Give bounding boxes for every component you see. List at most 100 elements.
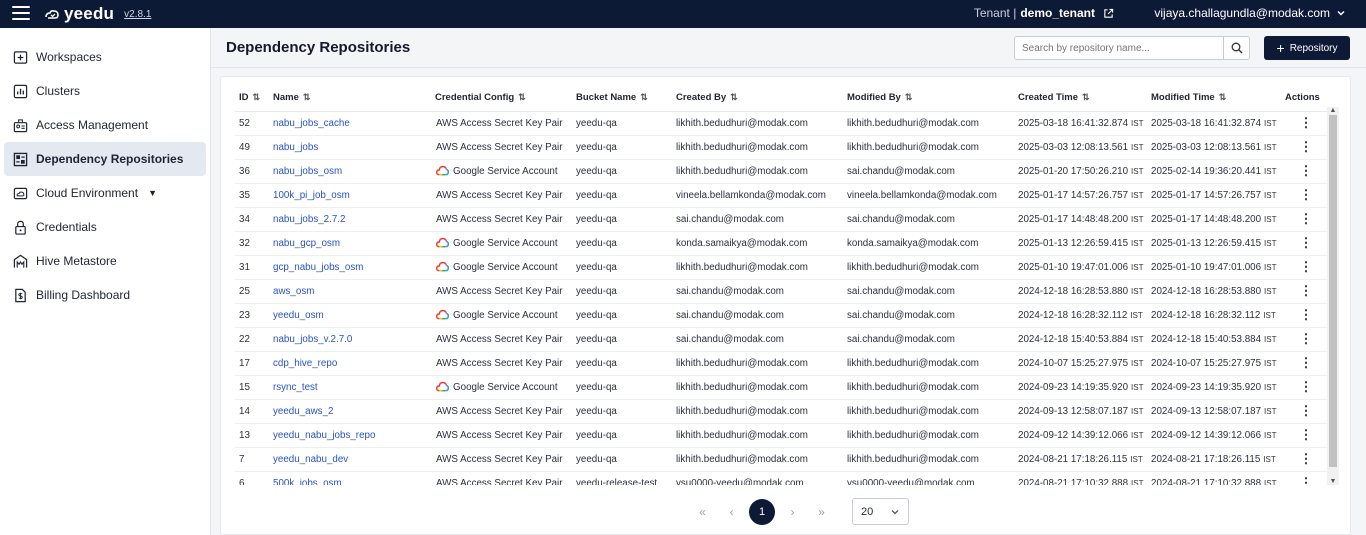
- sort-icon[interactable]: ⇅: [518, 92, 526, 102]
- table-row[interactable]: 31 gcp_nabu_jobs_osm Google Service Accoun…: [235, 255, 1327, 280]
- sidebar-item-cloud-environment[interactable]: Cloud Environment ▼: [4, 176, 206, 210]
- sort-icon[interactable]: ⇅: [1219, 92, 1227, 102]
- kebab-menu-icon[interactable]: ⋮: [1298, 404, 1314, 417]
- kebab-menu-icon[interactable]: ⋮: [1298, 380, 1314, 393]
- table-row[interactable]: 13 yeedu_nabu_jobs_repo AWS Access Secret …: [235, 423, 1327, 448]
- column-header-modified-by[interactable]: Modified By ⇅: [843, 85, 1014, 112]
- repository-name-link[interactable]: yeedu_nabu_jobs_repo: [269, 423, 431, 448]
- kebab-menu-icon[interactable]: ⋮: [1298, 476, 1314, 485]
- table-row[interactable]: 52 nabu_jobs_cache AWS Access Secret Key P…: [235, 111, 1327, 136]
- column-header-bucket-name[interactable]: Bucket Name ⇅: [572, 85, 672, 112]
- search-input[interactable]: [1015, 37, 1223, 59]
- credential-config: Google Service Account: [453, 166, 558, 177]
- sort-icon[interactable]: ⇅: [730, 92, 738, 102]
- scroll-down-icon[interactable]: ▼: [1328, 478, 1338, 485]
- repository-name-link[interactable]: yeedu_nabu_dev: [269, 447, 431, 472]
- repository-name-link[interactable]: rsync_test: [269, 375, 431, 400]
- table-row[interactable]: 14 yeedu_aws_2 AWS Access Secret Key Pair y…: [235, 399, 1327, 424]
- kebab-menu-icon[interactable]: ⋮: [1298, 236, 1314, 249]
- table-row[interactable]: 32 nabu_gcp_osm Google Service Account yeed…: [235, 231, 1327, 256]
- column-header-created-by[interactable]: Created By ⇅: [672, 85, 843, 112]
- sort-icon[interactable]: ⇅: [640, 92, 648, 102]
- repository-name-link[interactable]: aws_osm: [269, 279, 431, 304]
- kebab-menu-icon[interactable]: ⋮: [1298, 428, 1314, 441]
- row-id: 17: [235, 351, 269, 376]
- repository-name-link[interactable]: nabu_jobs_2.7.2: [269, 207, 431, 232]
- repository-name-link[interactable]: nabu_jobs_osm: [269, 159, 431, 184]
- hamburger-menu-icon[interactable]: [12, 6, 30, 20]
- column-header-modified-time[interactable]: Modified Time ⇅: [1147, 85, 1281, 112]
- prev-page-button[interactable]: ‹: [717, 499, 746, 525]
- table-row[interactable]: 49 nabu_jobs AWS Access Secret Key Pair yee…: [235, 135, 1327, 160]
- kebab-menu-icon[interactable]: ⋮: [1298, 452, 1314, 465]
- sort-icon[interactable]: ⇅: [303, 92, 311, 102]
- current-page-button[interactable]: 1: [749, 498, 775, 525]
- table-row[interactable]: 15 rsync_test Google Service Account yeedu-…: [235, 375, 1327, 400]
- sidebar-item-clusters[interactable]: Clusters: [4, 74, 206, 108]
- repository-name-link[interactable]: nabu_gcp_osm: [269, 231, 431, 256]
- kebab-menu-icon[interactable]: ⋮: [1298, 284, 1314, 297]
- table-row[interactable]: 22 nabu_jobs_v.2.7.0 AWS Access Secret Key…: [235, 327, 1327, 352]
- repository-name-link[interactable]: nabu_jobs: [269, 135, 431, 160]
- sidebar-item-workspaces[interactable]: Workspaces: [4, 40, 206, 74]
- first-page-button[interactable]: «: [688, 499, 717, 525]
- kebab-menu-icon[interactable]: ⋮: [1298, 308, 1314, 321]
- kebab-menu-icon[interactable]: ⋮: [1298, 356, 1314, 369]
- scroll-up-icon[interactable]: ▲: [1328, 107, 1338, 114]
- main-content: Dependency Repositories + Repository ID ⇅: [211, 28, 1366, 535]
- row-id: 52: [235, 111, 269, 136]
- table-row[interactable]: 6 500k_jobs_osm AWS Access Secret Key Pair…: [235, 471, 1327, 485]
- repository-name-link[interactable]: nabu_jobs_cache: [269, 111, 431, 136]
- search-button[interactable]: [1223, 37, 1249, 59]
- repository-name-link[interactable]: 500k_jobs_osm: [269, 471, 431, 485]
- column-header-id[interactable]: ID ⇅: [235, 85, 269, 112]
- table-row[interactable]: 36 nabu_jobs_osm Google Service Account yee…: [235, 159, 1327, 184]
- sidebar-item-credentials[interactable]: Credentials: [4, 210, 206, 244]
- sort-icon[interactable]: ⇅: [905, 92, 913, 102]
- actions-cell: ⋮: [1281, 471, 1327, 485]
- table-row[interactable]: 34 nabu_jobs_2.7.2 AWS Access Secret Key P…: [235, 207, 1327, 232]
- scrollbar-thumb[interactable]: [1329, 115, 1337, 467]
- repository-name-link[interactable]: gcp_nabu_jobs_osm: [269, 255, 431, 280]
- page-size-select[interactable]: 20: [852, 498, 909, 525]
- kebab-menu-icon[interactable]: ⋮: [1298, 164, 1314, 177]
- sidebar-item-billing-dashboard[interactable]: Billing Dashboard: [4, 278, 206, 312]
- table-row[interactable]: 17 cdp_hive_repo AWS Access Secret Key Pai…: [235, 351, 1327, 376]
- modified-time: 2025-01-17 14:48:48.200: [1151, 213, 1262, 225]
- version-link[interactable]: v2.8.1: [124, 9, 151, 20]
- add-repository-button[interactable]: + Repository: [1264, 36, 1350, 60]
- app-logo[interactable]: yeedu v2.8.1: [44, 4, 151, 24]
- sort-icon[interactable]: ⇅: [253, 92, 261, 102]
- kebab-menu-icon[interactable]: ⋮: [1298, 140, 1314, 153]
- kebab-menu-icon[interactable]: ⋮: [1298, 332, 1314, 345]
- repository-name-link[interactable]: nabu_jobs_v.2.7.0: [269, 327, 431, 352]
- kebab-menu-icon[interactable]: ⋮: [1298, 260, 1314, 273]
- last-page-button[interactable]: »: [807, 499, 836, 525]
- user-menu[interactable]: vijaya.challagundla@modak.com: [1154, 6, 1346, 20]
- sidebar-item-hive-metastore[interactable]: Hive Metastore: [4, 244, 206, 278]
- table-row[interactable]: 23 yeedu_osm Google Service Account yeedu-q…: [235, 303, 1327, 328]
- column-header-created-time[interactable]: Created Time ⇅: [1014, 85, 1147, 112]
- tenant-selector[interactable]: Tenant | demo_tenant: [974, 6, 1114, 20]
- sort-icon[interactable]: ⇅: [1082, 92, 1090, 102]
- sidebar-item-access-management[interactable]: Access Management: [4, 108, 206, 142]
- external-link-icon[interactable]: [1103, 8, 1114, 19]
- credential-config: Google Service Account: [453, 310, 558, 321]
- next-page-button[interactable]: ›: [778, 499, 807, 525]
- table-scrollbar[interactable]: ▲ ▼: [1327, 107, 1339, 485]
- table-row[interactable]: 35 100k_pi_job_osm AWS Access Secret Key P…: [235, 183, 1327, 208]
- repository-name-link[interactable]: cdp_hive_repo: [269, 351, 431, 376]
- kebab-menu-icon[interactable]: ⋮: [1298, 212, 1314, 225]
- kebab-menu-icon[interactable]: ⋮: [1298, 116, 1314, 129]
- column-header-name[interactable]: Name ⇅: [269, 85, 431, 112]
- column-header-credential-config[interactable]: Credential Config ⇅: [431, 85, 572, 112]
- table-row[interactable]: 7 yeedu_nabu_dev AWS Access Secret Key Pai…: [235, 447, 1327, 472]
- actions-cell: ⋮: [1281, 375, 1327, 400]
- sidebar-item-dependency-repositories[interactable]: Dependency Repositories: [4, 142, 206, 176]
- repository-name-link[interactable]: yeedu_aws_2: [269, 399, 431, 424]
- repository-name-link[interactable]: 100k_pi_job_osm: [269, 183, 431, 208]
- repository-name-link[interactable]: yeedu_osm: [269, 303, 431, 328]
- caret-down-icon[interactable]: ▼: [148, 188, 157, 198]
- table-row[interactable]: 25 aws_osm AWS Access Secret Key Pair yeedu…: [235, 279, 1327, 304]
- kebab-menu-icon[interactable]: ⋮: [1298, 188, 1314, 201]
